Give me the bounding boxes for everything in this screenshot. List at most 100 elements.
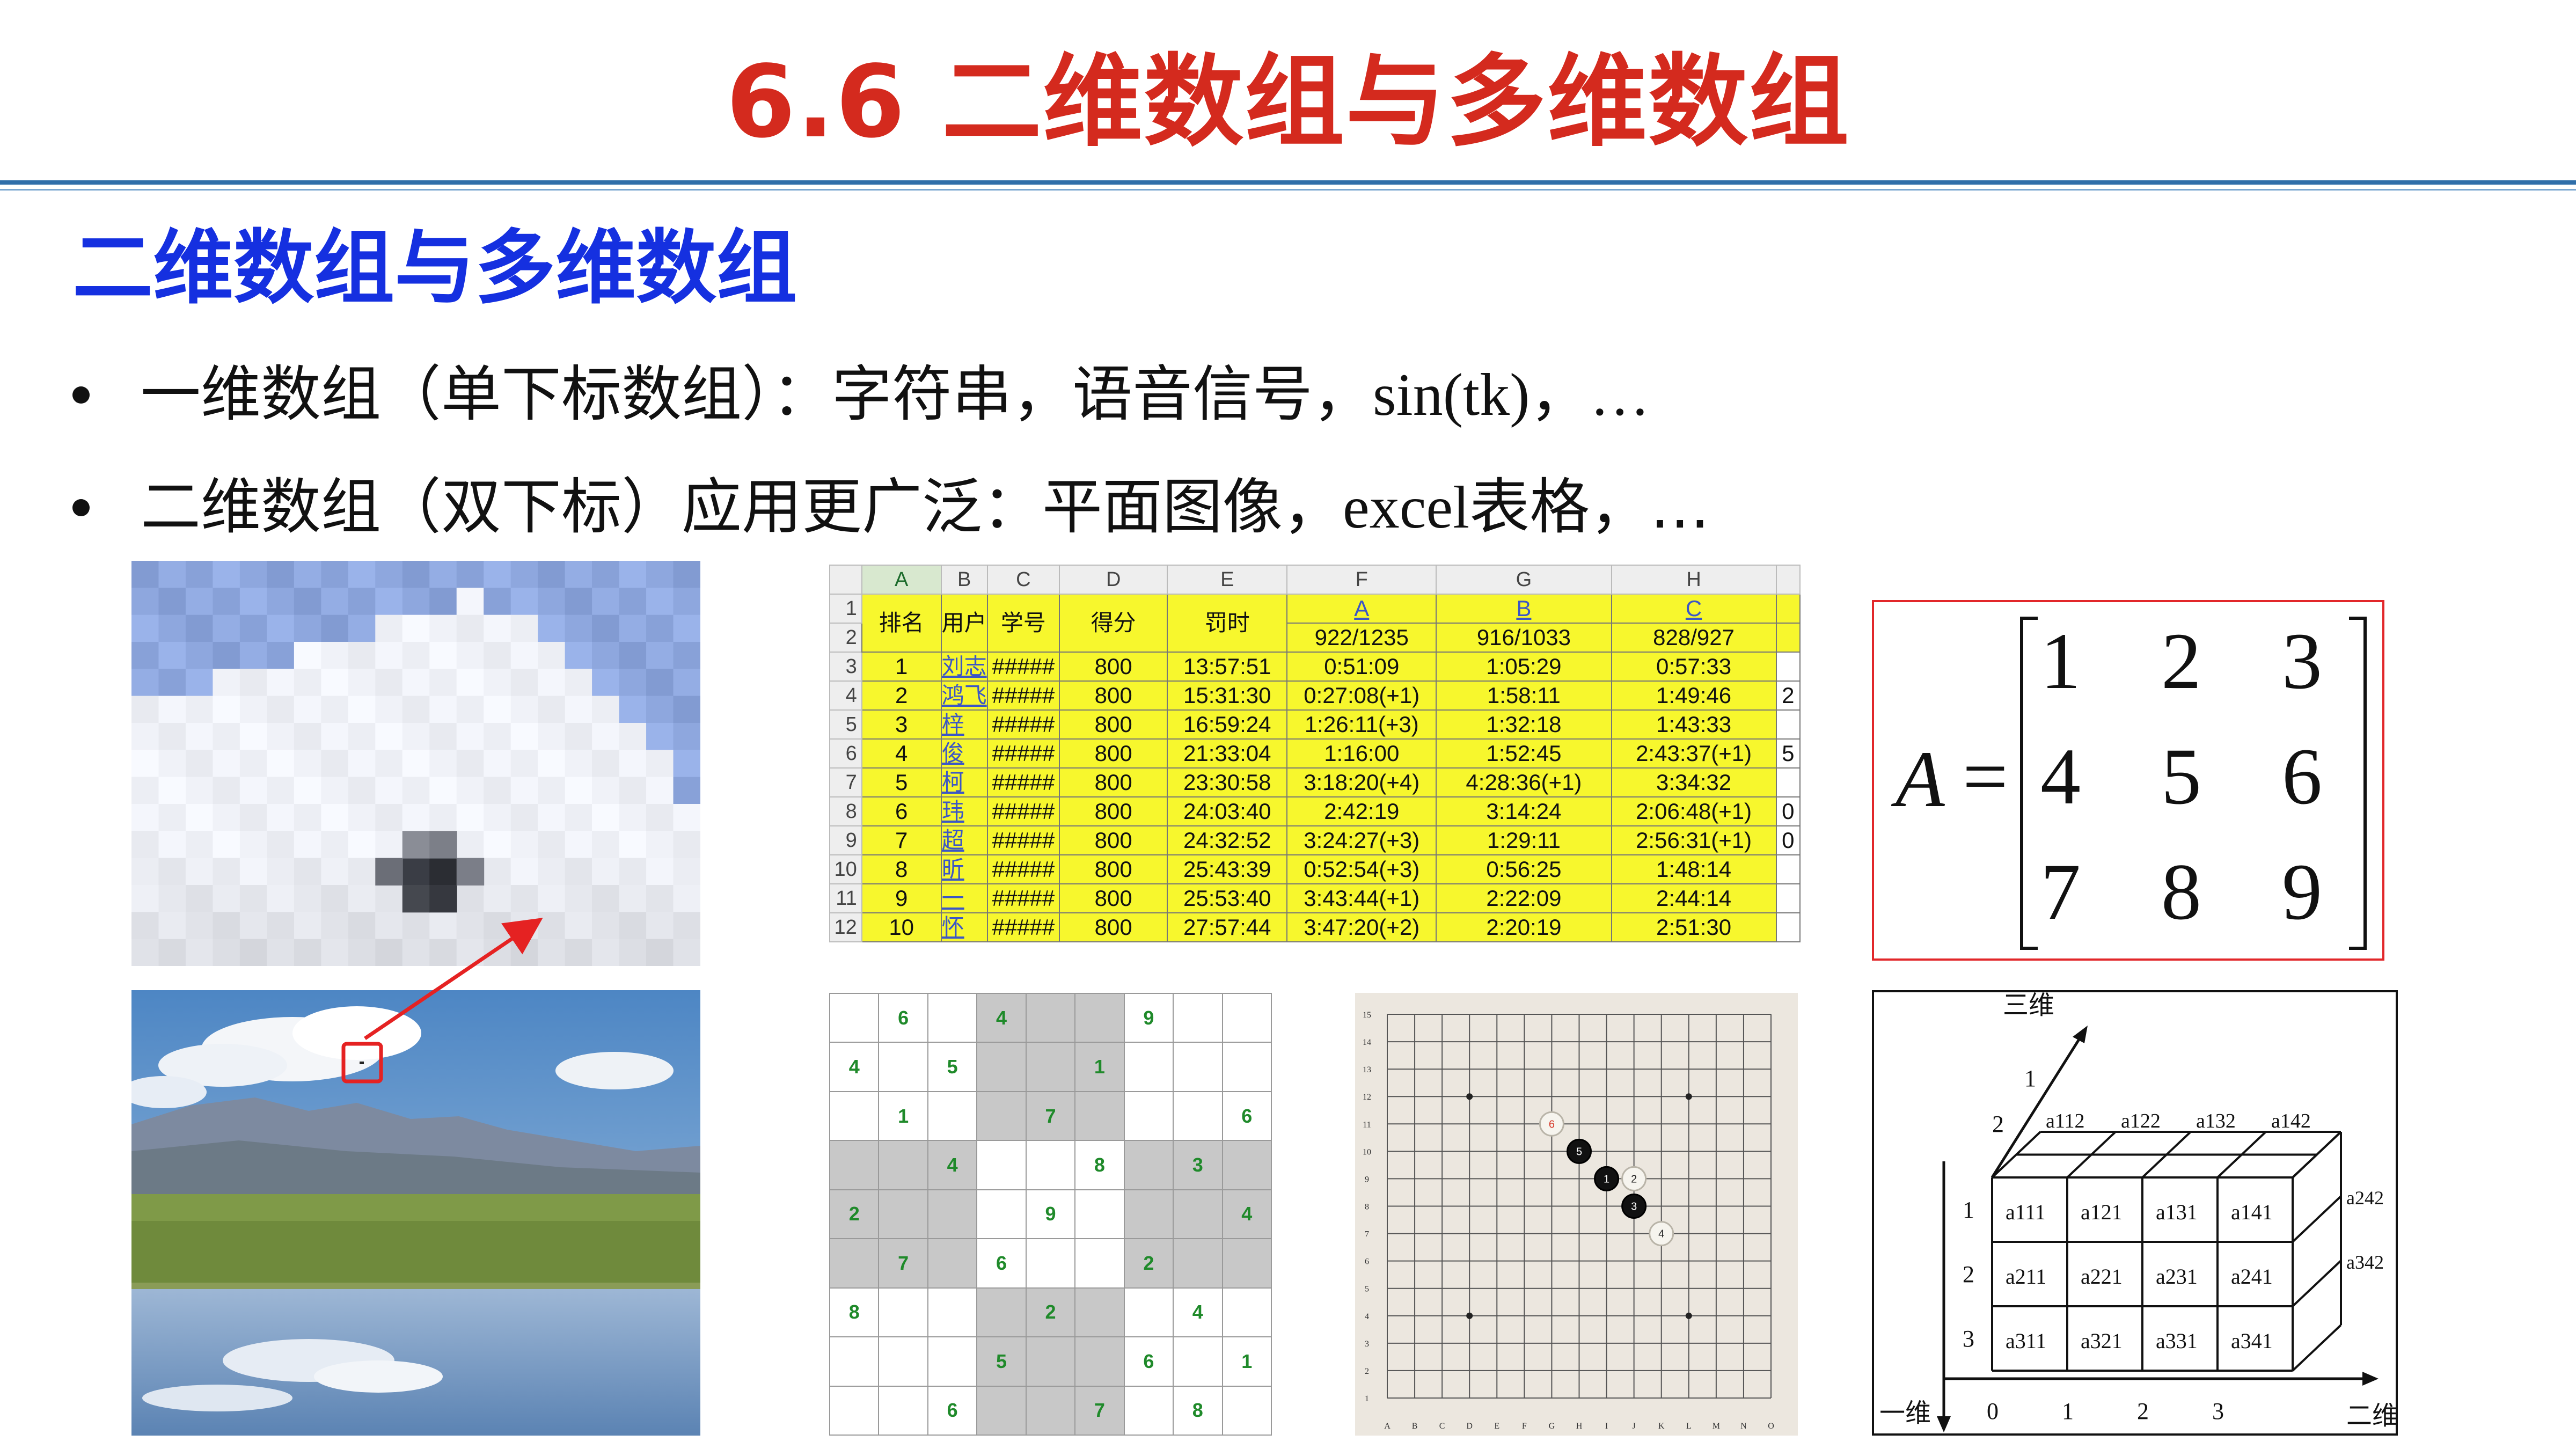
sudoku-cell[interactable] [927, 1287, 978, 1338]
sudoku-cell[interactable]: 5 [976, 1336, 1027, 1387]
sudoku-cell[interactable]: 9 [1123, 992, 1174, 1043]
sudoku-cell[interactable] [878, 1385, 928, 1436]
data-cell[interactable]: 0 [1775, 796, 1801, 826]
data-cell[interactable]: 3:24:27(+3) [1286, 825, 1437, 855]
data-cell[interactable]: 2:20:19 [1436, 912, 1612, 942]
sudoku-cell[interactable] [1173, 1238, 1223, 1289]
sudoku-cell[interactable] [829, 1091, 880, 1141]
sudoku-cell[interactable] [1123, 1140, 1174, 1190]
sudoku-cell[interactable] [1025, 1140, 1076, 1190]
data-cell[interactable]: 800 [1059, 825, 1168, 855]
sudoku-cell[interactable] [1025, 1042, 1076, 1092]
sudoku-cell[interactable]: 2 [1025, 1287, 1076, 1338]
sudoku-cell[interactable] [1025, 992, 1076, 1043]
data-cell[interactable]: 1:52:45 [1436, 738, 1612, 769]
data-cell[interactable]: 0 [1775, 825, 1801, 855]
sudoku-cell[interactable] [1123, 1385, 1174, 1436]
sudoku-cell[interactable] [1221, 1042, 1272, 1092]
sudoku-cell[interactable] [1074, 1238, 1125, 1289]
sudoku-cell[interactable]: 3 [1173, 1140, 1223, 1190]
sudoku-cell[interactable] [1221, 1287, 1272, 1338]
row-number[interactable]: 2 [829, 623, 862, 653]
user-link[interactable]: 梓 [940, 709, 988, 740]
data-cell[interactable] [1775, 854, 1801, 884]
header-cell[interactable]: 排名 [861, 594, 942, 653]
data-cell[interactable]: 25:53:40 [1167, 883, 1288, 913]
sudoku-cell[interactable]: 1 [878, 1091, 928, 1141]
data-cell[interactable]: 1:58:11 [1436, 680, 1612, 711]
problem-link[interactable]: C [1611, 594, 1777, 624]
data-cell[interactable]: 2:56:31(+1) [1611, 825, 1777, 855]
sudoku-cell[interactable]: 2 [1123, 1238, 1174, 1289]
sudoku-cell[interactable] [1221, 992, 1272, 1043]
data-cell[interactable]: 15:31:30 [1167, 680, 1288, 711]
user-link[interactable]: 昕 [940, 854, 988, 884]
data-cell[interactable]: 0:56:25 [1436, 854, 1612, 884]
column-letter[interactable]: F [1286, 565, 1437, 595]
sudoku-cell[interactable] [829, 1385, 880, 1436]
data-cell[interactable]: 2 [1775, 680, 1801, 711]
data-cell[interactable]: 800 [1059, 883, 1168, 913]
sudoku-cell[interactable] [878, 1336, 928, 1387]
user-link[interactable]: 刘志 [940, 652, 988, 682]
sudoku-cell[interactable] [1221, 1238, 1272, 1289]
data-cell[interactable]: 0:57:33 [1611, 652, 1777, 682]
row-number[interactable]: 11 [829, 883, 862, 913]
sudoku-cell[interactable]: 8 [1074, 1140, 1125, 1190]
sudoku-cell[interactable] [927, 1336, 978, 1387]
problem-ratio[interactable]: 828/927 [1611, 623, 1777, 653]
data-cell[interactable]: 800 [1059, 709, 1168, 740]
data-cell[interactable]: ##### [986, 825, 1060, 855]
sudoku-cell[interactable]: 1 [1074, 1042, 1125, 1092]
sudoku-cell[interactable] [1221, 1385, 1272, 1436]
sudoku-cell[interactable] [976, 1189, 1027, 1240]
data-cell[interactable]: 3:47:20(+2) [1286, 912, 1437, 942]
row-number[interactable]: 1 [829, 594, 862, 624]
data-cell[interactable]: 1:48:14 [1611, 854, 1777, 884]
data-cell[interactable]: 2:44:14 [1611, 883, 1777, 913]
header-cell[interactable]: 用户 [940, 594, 988, 653]
sudoku-cell[interactable] [976, 1042, 1027, 1092]
data-cell[interactable]: ##### [986, 912, 1060, 942]
sudoku-cell[interactable]: 7 [1025, 1091, 1076, 1141]
data-cell[interactable]: 0:27:08(+1) [1286, 680, 1437, 711]
data-cell[interactable]: 1:26:11(+3) [1286, 709, 1437, 740]
row-number[interactable]: 7 [829, 767, 862, 797]
data-cell[interactable]: 800 [1059, 796, 1168, 826]
data-cell[interactable]: 800 [1059, 738, 1168, 769]
data-cell[interactable]: 1:32:18 [1436, 709, 1612, 740]
sudoku-cell[interactable] [927, 1238, 978, 1289]
data-cell[interactable]: 16:59:24 [1167, 709, 1288, 740]
column-letter[interactable]: C [986, 565, 1060, 595]
data-cell[interactable]: 3:18:20(+4) [1286, 767, 1437, 797]
data-cell[interactable]: 9 [861, 883, 942, 913]
user-link[interactable]: 玮 [940, 796, 988, 826]
sudoku-cell[interactable]: 1 [1221, 1336, 1272, 1387]
data-cell[interactable]: 24:32:52 [1167, 825, 1288, 855]
sudoku-cell[interactable]: 6 [927, 1385, 978, 1436]
data-cell[interactable]: 1:43:33 [1611, 709, 1777, 740]
data-cell[interactable] [1775, 767, 1801, 797]
sudoku-cell[interactable] [878, 1287, 928, 1338]
sudoku-cell[interactable]: 9 [1025, 1189, 1076, 1240]
data-cell[interactable]: 6 [861, 796, 942, 826]
column-letter[interactable]: B [940, 565, 988, 595]
data-cell[interactable]: 3:34:32 [1611, 767, 1777, 797]
data-cell[interactable]: 4:28:36(+1) [1436, 767, 1612, 797]
sudoku-cell[interactable] [829, 1336, 880, 1387]
data-cell[interactable]: 24:03:40 [1167, 796, 1288, 826]
data-cell[interactable]: 1:05:29 [1436, 652, 1612, 682]
data-cell[interactable]: 0:51:09 [1286, 652, 1437, 682]
sudoku-cell[interactable]: 7 [878, 1238, 928, 1289]
data-cell[interactable]: 3:43:44(+1) [1286, 883, 1437, 913]
sudoku-cell[interactable]: 6 [1221, 1091, 1272, 1141]
data-cell[interactable]: 1:16:00 [1286, 738, 1437, 769]
sudoku-cell[interactable]: 4 [1173, 1287, 1223, 1338]
data-cell[interactable] [1775, 883, 1801, 913]
row-number[interactable]: 4 [829, 680, 862, 711]
row-number[interactable]: 5 [829, 709, 862, 740]
data-cell[interactable] [1775, 709, 1801, 740]
row-number[interactable]: 9 [829, 825, 862, 855]
column-letter[interactable]: H [1611, 565, 1777, 595]
column-letter[interactable]: D [1059, 565, 1168, 595]
